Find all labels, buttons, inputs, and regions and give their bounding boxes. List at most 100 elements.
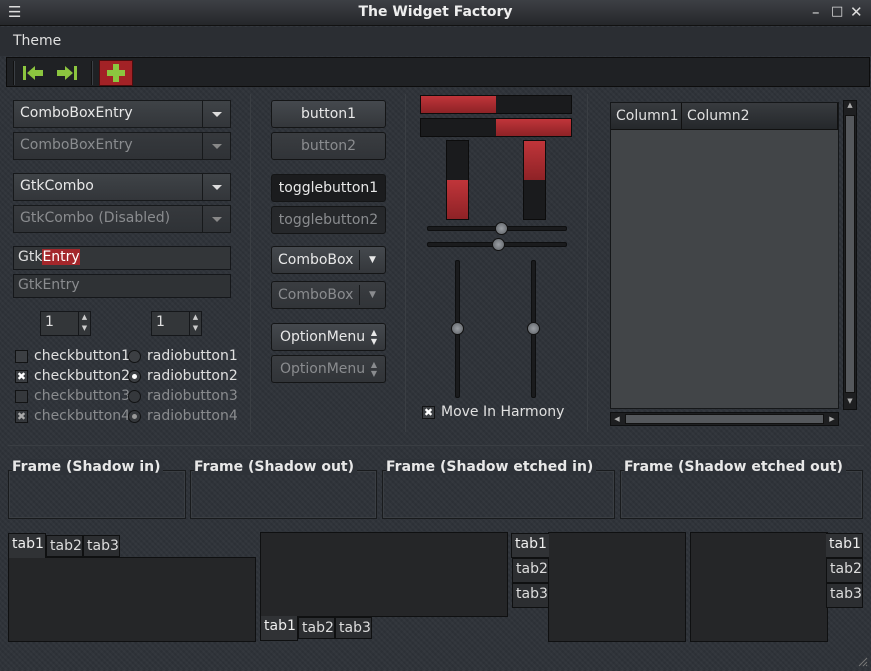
title-bar: ☰ The Widget Factory – □ ✕ — [0, 0, 871, 26]
button2: button2 — [271, 132, 386, 160]
check-label: checkbutton2 — [34, 368, 131, 384]
tab-bottom-3[interactable]: tab3 — [335, 617, 372, 639]
frame-label: Frame (Shadow etched out) — [624, 459, 846, 475]
combobox-entry-disabled: ComboBoxEntry — [13, 132, 231, 160]
scroll-thumb[interactable] — [625, 414, 824, 424]
gtkcombo-text: GtkCombo — [20, 178, 94, 194]
entry-disabled-text: GtkEntry — [18, 277, 80, 293]
checkbox-checked-icon: ✖ — [15, 409, 28, 423]
vertical-scrollbar[interactable]: ▲ ▼ — [843, 100, 857, 410]
checkbox-checked-icon: ✖ — [422, 405, 435, 419]
progress-bar-h1 — [420, 95, 572, 114]
progress-bar-h2 — [420, 118, 572, 137]
tab-left-2[interactable]: tab2 — [512, 558, 549, 583]
scroll-thumb[interactable] — [845, 115, 855, 393]
gtk-entry[interactable]: GtkEntry — [13, 246, 231, 270]
checkbox-checked-icon: ✖ — [15, 369, 28, 383]
column-header-1[interactable]: Column1 — [611, 103, 682, 130]
go-last-icon — [57, 66, 77, 80]
chevron-down-icon: ▼ — [359, 250, 385, 270]
combobox-entry-disabled-text: ComboBoxEntry — [20, 137, 133, 153]
checkbutton-1[interactable]: checkbutton1 — [15, 348, 130, 364]
tab-bottom-1[interactable]: tab1 — [260, 616, 298, 641]
progress-fill — [447, 180, 468, 219]
column-header-2[interactable]: Column2 — [682, 103, 838, 130]
button2-label: button2 — [300, 138, 357, 154]
optionmenu[interactable]: OptionMenu ▲ ▼ — [271, 323, 386, 351]
horizontal-scrollbar[interactable]: ◀ ▶ — [610, 412, 839, 426]
tab-right-3[interactable]: tab3 — [826, 583, 863, 608]
combobox-entry-text: ComboBoxEntry — [20, 105, 133, 121]
minimize-icon[interactable]: – — [812, 4, 820, 20]
button1-label: button1 — [300, 106, 357, 122]
spin-button-2[interactable]: 1 ▲ ▼ — [151, 311, 202, 336]
notebook-right-page — [690, 532, 828, 642]
move-in-harmony-check[interactable]: ✖ Move In Harmony — [422, 404, 564, 420]
separator — [587, 94, 588, 432]
checkbutton-2[interactable]: ✖ checkbutton2 — [15, 368, 130, 384]
combobox[interactable]: ComboBox ▼ — [271, 246, 386, 274]
frame-shadow-etched-in — [382, 470, 615, 519]
go-last-button[interactable] — [52, 60, 82, 86]
slider-knob[interactable] — [527, 322, 540, 335]
add-button[interactable] — [99, 60, 133, 86]
radiobutton-4: radiobutton4 — [128, 408, 238, 424]
combobox-entry[interactable]: ComboBoxEntry — [13, 100, 231, 128]
radio-icon — [128, 389, 141, 403]
vscale-2[interactable] — [527, 260, 540, 398]
combobox-disabled: ComboBox ▼ — [271, 281, 386, 309]
scroll-up-icon[interactable]: ▲ — [844, 101, 856, 113]
slider-knob[interactable] — [451, 322, 464, 335]
frame-label: Frame (Shadow etched in) — [386, 459, 597, 475]
slider-knob[interactable] — [495, 222, 508, 235]
chevron-down-icon[interactable] — [202, 101, 230, 127]
radio-label: radiobutton1 — [147, 348, 238, 364]
optionmenu-disabled-label: OptionMenu — [280, 361, 366, 377]
radio-label: radiobutton4 — [147, 408, 238, 424]
chevron-down-icon[interactable] — [202, 174, 230, 200]
frame-shadow-etched-out — [620, 470, 863, 519]
tab-left-1[interactable]: tab1 — [511, 533, 549, 558]
hscale-2[interactable] — [427, 238, 567, 251]
chevron-down-icon — [202, 206, 230, 232]
vscale-1[interactable] — [451, 260, 464, 398]
tab-right-1[interactable]: tab1 — [826, 533, 863, 558]
notebook-top-page — [8, 557, 256, 642]
tab-left-3[interactable]: tab3 — [512, 583, 549, 608]
chevron-down-icon — [202, 133, 230, 159]
gtkcombo[interactable]: GtkCombo — [13, 173, 231, 201]
add-icon — [107, 64, 125, 82]
close-icon[interactable]: ✕ — [850, 4, 863, 20]
radio-label: radiobutton2 — [147, 368, 238, 384]
menu-theme[interactable]: Theme — [13, 33, 61, 49]
maximize-icon[interactable]: □ — [831, 4, 843, 20]
tab-right-2[interactable]: tab2 — [826, 558, 863, 583]
slider-knob[interactable] — [492, 238, 505, 251]
radiobutton-1[interactable]: radiobutton1 — [128, 348, 238, 364]
radio-label: radiobutton3 — [147, 388, 238, 404]
resize-grip-icon[interactable] — [856, 655, 868, 667]
spin-arrows-icon[interactable]: ▲ ▼ — [189, 312, 201, 335]
progress-bar-v1 — [446, 140, 469, 220]
radiobutton-2[interactable]: radiobutton2 — [128, 368, 238, 384]
tab-top-1[interactable]: tab1 — [8, 533, 46, 558]
tree-view[interactable]: Column1 Column2 — [610, 102, 839, 409]
scroll-right-icon[interactable]: ▶ — [826, 413, 838, 425]
hscale-1[interactable] — [427, 222, 567, 235]
frame-shadow-out — [190, 470, 377, 519]
tab-bottom-2[interactable]: tab2 — [298, 617, 335, 639]
spin-arrows-icon[interactable]: ▲ ▼ — [78, 312, 90, 335]
tab-top-3[interactable]: tab3 — [83, 535, 120, 557]
scroll-down-icon[interactable]: ▼ — [844, 397, 856, 409]
combobox-disabled-label: ComboBox — [278, 287, 354, 303]
button1[interactable]: button1 — [271, 100, 386, 128]
separator — [8, 445, 864, 446]
gtkcombo-disabled-text: GtkCombo (Disabled) — [20, 210, 171, 226]
go-first-button[interactable] — [18, 60, 48, 86]
radio-icon — [128, 349, 141, 363]
optionmenu-label: OptionMenu — [280, 329, 366, 345]
scroll-left-icon[interactable]: ◀ — [611, 413, 623, 425]
spin-button-1[interactable]: 1 ▲ ▼ — [40, 311, 91, 336]
tab-top-2[interactable]: tab2 — [46, 535, 83, 557]
togglebutton1[interactable]: togglebutton1 — [271, 174, 386, 202]
